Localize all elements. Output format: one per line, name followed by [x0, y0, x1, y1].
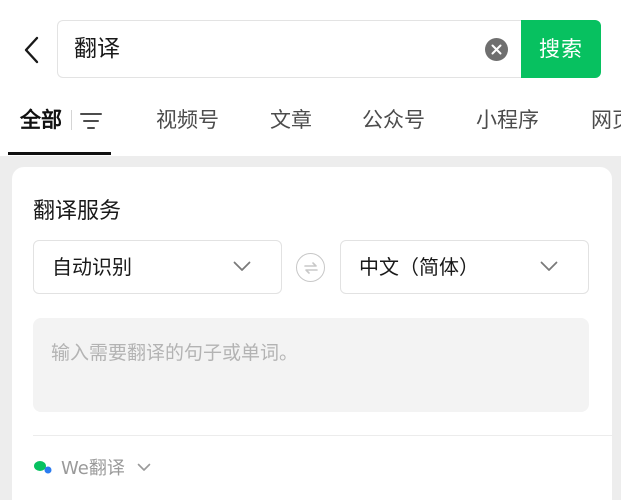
target-language-select[interactable]: 中文（简体） — [340, 240, 589, 294]
source-language-label: 自动识别 — [52, 255, 132, 279]
top-bar: 翻译 搜索 全部 视频号 文章 公众号 小程序 网页 — [0, 0, 621, 156]
active-tab-indicator — [8, 152, 111, 155]
back-button[interactable] — [14, 30, 48, 70]
clear-icon — [491, 44, 502, 55]
tab-channels[interactable]: 视频号 — [156, 104, 219, 134]
tab-all[interactable]: 全部 — [20, 104, 62, 134]
search-button[interactable]: 搜索 — [521, 20, 601, 78]
tab-articles[interactable]: 文章 — [270, 104, 312, 134]
swap-languages-button[interactable] — [296, 253, 325, 282]
swap-icon — [303, 261, 318, 274]
chevron-down-icon — [540, 261, 558, 271]
chevron-down-icon — [137, 463, 151, 471]
filter-icon[interactable] — [80, 112, 102, 130]
tab-bar: 全部 视频号 文章 公众号 小程序 网页 — [0, 96, 621, 156]
tab-divider — [71, 110, 72, 130]
clear-button[interactable] — [485, 38, 508, 61]
translate-card: 翻译服务 自动识别 中文（简体） We翻译 — [12, 167, 612, 500]
tab-mini-programs[interactable]: 小程序 — [476, 104, 539, 134]
tab-official-accounts[interactable]: 公众号 — [362, 104, 425, 134]
chevron-down-icon — [233, 261, 251, 271]
divider — [33, 435, 612, 436]
search-box[interactable]: 翻译 — [57, 20, 522, 78]
provider-selector[interactable]: We翻译 — [33, 454, 151, 480]
card-title: 翻译服务 — [33, 199, 122, 224]
chevron-left-icon — [24, 36, 39, 64]
we-translate-logo-icon — [34, 461, 52, 474]
translate-input[interactable] — [33, 318, 589, 412]
search-input[interactable]: 翻译 — [74, 21, 120, 77]
provider-name: We翻译 — [61, 458, 125, 479]
target-language-label: 中文（简体） — [359, 255, 479, 279]
tab-web[interactable]: 网页 — [591, 104, 621, 134]
source-language-select[interactable]: 自动识别 — [33, 240, 282, 294]
